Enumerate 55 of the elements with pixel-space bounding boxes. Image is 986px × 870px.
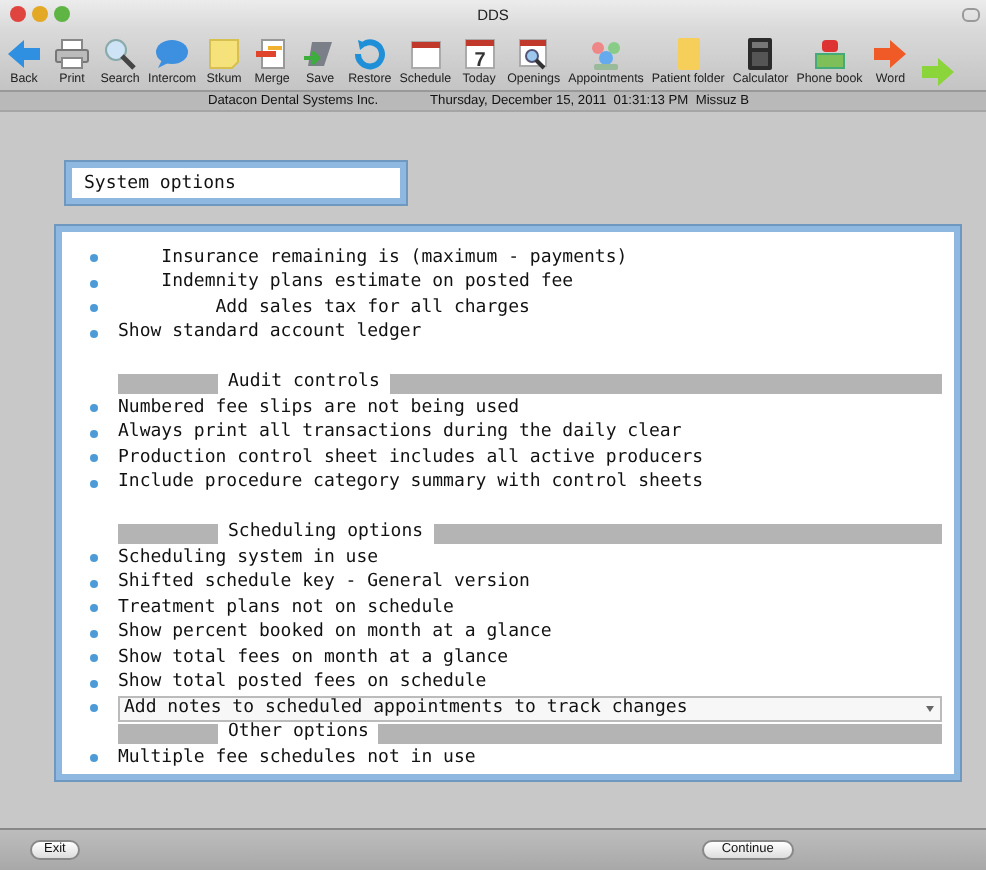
- option-item[interactable]: Insurance remaining is (maximum - payments): [118, 247, 628, 270]
- bullet-icon: [90, 704, 98, 713]
- left-arrow-icon: [4, 38, 44, 70]
- option-item[interactable]: Include procedure category summary with control sheets: [118, 472, 704, 495]
- bullet-icon: [90, 579, 98, 588]
- option-popup-menu[interactable]: Add notes to scheduled appointments to track changes: [118, 695, 942, 722]
- heading-bar: [118, 723, 218, 744]
- option-item[interactable]: Indemnity plans estimate on posted fee: [118, 272, 574, 295]
- calendar-day-number: 7: [473, 50, 485, 70]
- option-item[interactable]: Show standard account ledger: [118, 322, 422, 345]
- section-field[interactable]: System options: [66, 162, 406, 204]
- bullet-icon: [90, 304, 98, 313]
- bullet-icon: [90, 629, 98, 638]
- close-button[interactable]: [10, 6, 26, 22]
- bullet-icon: [90, 254, 98, 263]
- sticky-note-icon: [204, 38, 245, 70]
- search-icon: [100, 38, 140, 70]
- option-item[interactable]: Shifted schedule key - General version: [118, 572, 530, 595]
- minimize-button[interactable]: [32, 6, 48, 22]
- right-arrow-icon: [870, 38, 911, 70]
- caret-icon: [926, 705, 934, 712]
- toolbar-toggle-button[interactable]: [962, 7, 980, 21]
- bullet-icon: [90, 404, 98, 413]
- bullet-icon: [90, 454, 98, 463]
- heading-bar: [118, 523, 218, 544]
- option-item[interactable]: Always print all transactions during the daily clear: [118, 422, 682, 445]
- speech-bubble-icon: [152, 38, 193, 70]
- calendar-icon: [405, 38, 446, 70]
- bullet-icon: [90, 754, 98, 763]
- option-item[interactable]: Show total fees on month at a glance: [118, 647, 509, 670]
- right-arrow-icon: [918, 56, 959, 88]
- heading-bar: [118, 373, 218, 394]
- option-item[interactable]: Production control sheet includes all active producers: [118, 447, 704, 470]
- bullet-icon: [90, 329, 98, 338]
- bullet-icon: [90, 604, 98, 613]
- circular-arrow-icon: [349, 38, 390, 70]
- option-item[interactable]: Treatment plans not on schedule: [118, 597, 454, 620]
- zoom-button[interactable]: [54, 6, 70, 22]
- option-item[interactable]: Show total posted fees on schedule: [118, 672, 487, 695]
- option-item[interactable]: Multiple fee schedules not in use: [118, 747, 476, 770]
- option-item[interactable]: Numbered fee slips are not being used: [118, 397, 519, 420]
- printer-icon: [52, 38, 92, 70]
- section-heading: Scheduling options: [226, 522, 426, 545]
- option-item[interactable]: Scheduling system in use: [118, 547, 379, 570]
- bullet-icon: [90, 429, 98, 438]
- bullet-icon: [90, 679, 98, 688]
- bullet-icon: [90, 479, 98, 488]
- bullet-icon: [90, 654, 98, 663]
- bullet-icon: [90, 279, 98, 288]
- bullet-icon: [90, 554, 98, 563]
- option-item[interactable]: Show percent booked on month at a glance: [118, 622, 552, 645]
- option-item[interactable]: Add sales tax for all charges: [118, 297, 530, 320]
- telephone-book-icon: [809, 38, 850, 70]
- section-heading: Other options: [226, 722, 371, 745]
- section-heading: Audit controls: [226, 372, 382, 395]
